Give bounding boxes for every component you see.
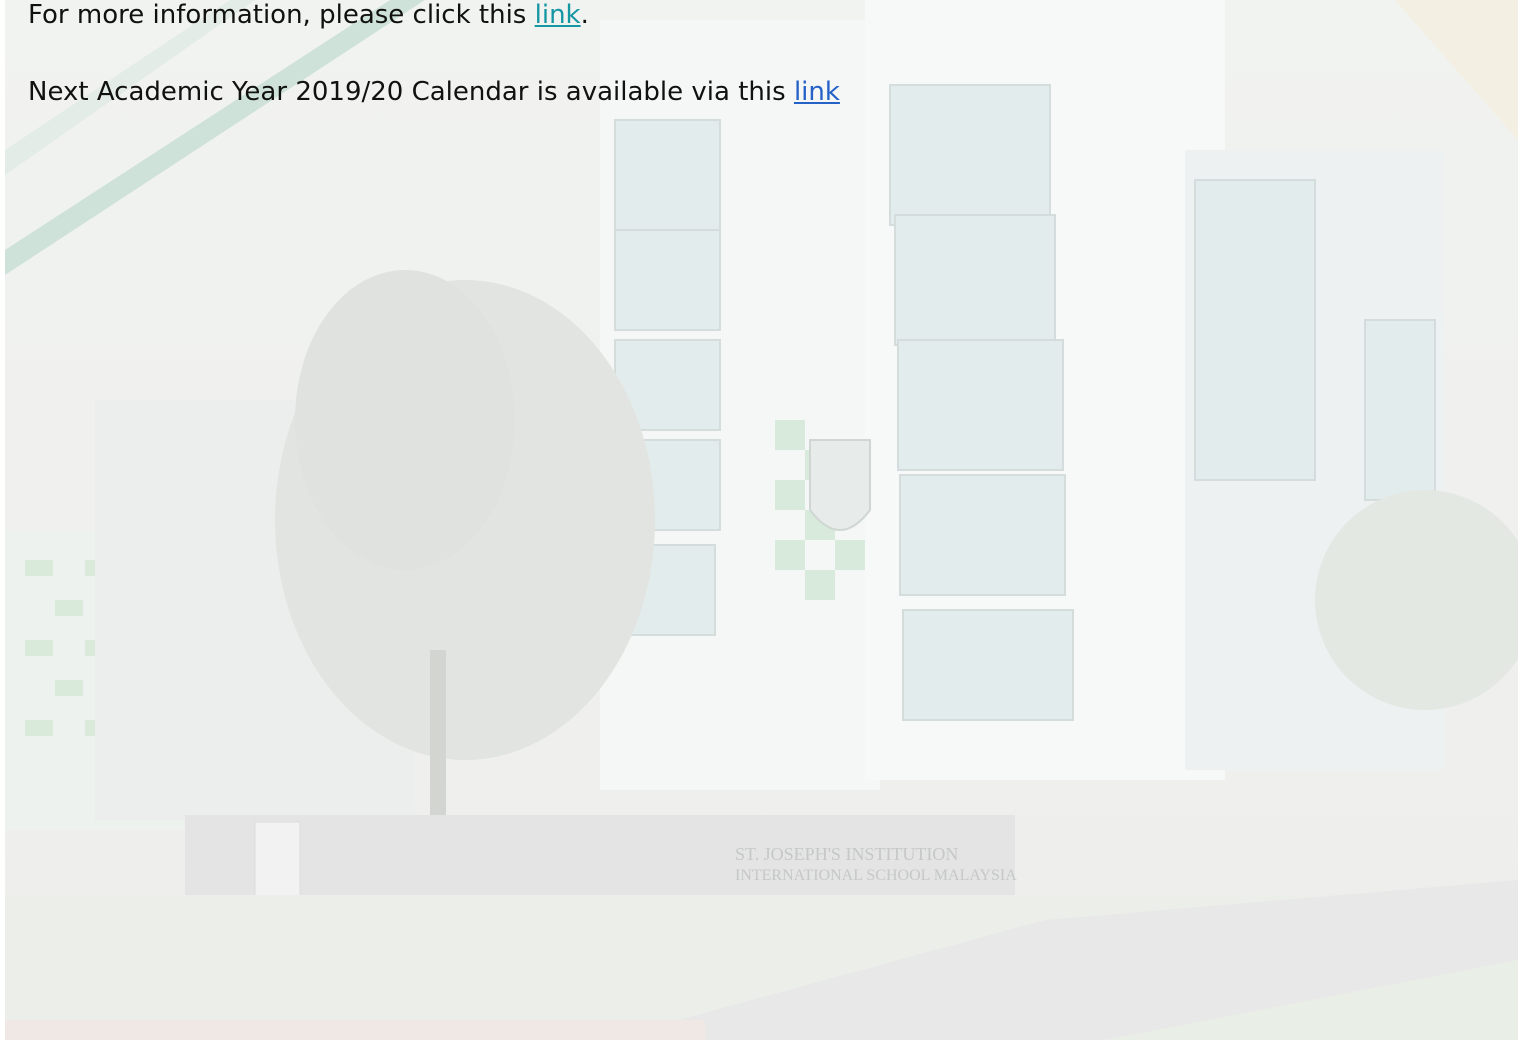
sign-text-1: ST. JOSEPH'S INSTITUTION <box>735 844 958 864</box>
calendar-paragraph: Next Academic Year 2019/20 Calendar is a… <box>28 77 840 107</box>
info-suffix: . <box>580 0 589 30</box>
calendar-prefix: Next Academic Year 2019/20 Calendar is a… <box>28 77 794 107</box>
info-paragraph: For more information, please click this … <box>28 0 589 30</box>
calendar-link[interactable]: link <box>794 77 840 107</box>
document-page: ST. JOSEPH'S INSTITUTION INTERNATIONAL S… <box>0 0 1528 1045</box>
info-prefix: For more information, please click this <box>28 0 535 30</box>
sign-text-2: INTERNATIONAL SCHOOL MALAYSIA <box>735 867 1017 884</box>
campus-background-image: ST. JOSEPH'S INSTITUTION INTERNATIONAL S… <box>5 0 1518 1040</box>
info-link[interactable]: link <box>535 0 581 30</box>
